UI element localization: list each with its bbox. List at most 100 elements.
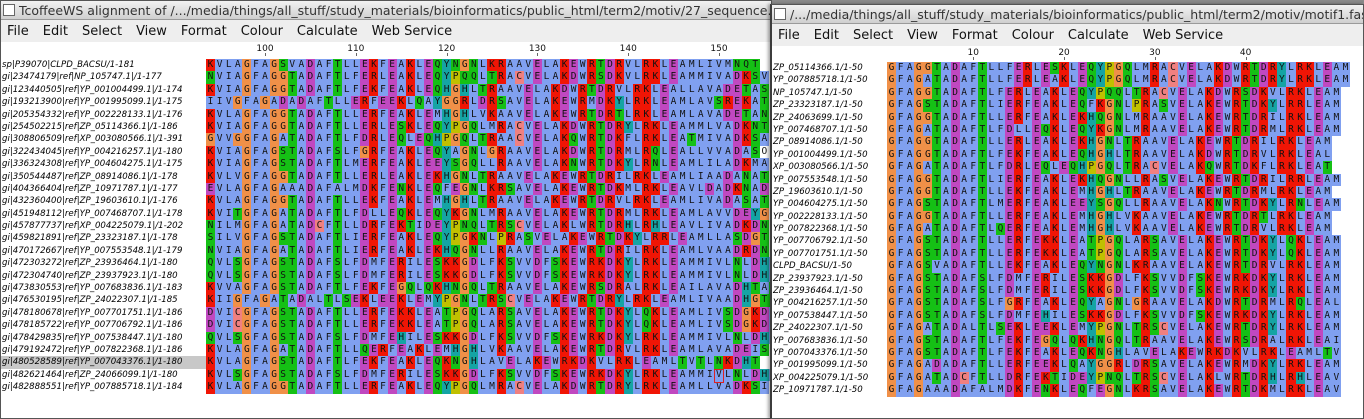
sequence-row[interactable]: GFAGSVADAFTLLEKFEAKLEQYNGNLKRAAVELAKEWRT… bbox=[887, 260, 1362, 273]
sequence-row[interactable]: QVLSGFAGSTADAFSLFDMFERILESKKGDLFKSVVDFSK… bbox=[206, 257, 771, 270]
sequence-row[interactable]: GFAGSTADAFSLFGRFEAKLEQYAGNLGRAAVELAKDWRT… bbox=[887, 297, 1362, 310]
sequence-row[interactable]: DVICGFAGSTADAFTLLERFEKKLEATPGQLARSAVELAK… bbox=[206, 319, 771, 332]
sequence-row[interactable]: GFAGGTADAFTLFEKFEAKLEQHGHLTRAAVELAKDWRTD… bbox=[887, 148, 1362, 162]
sequence-row[interactable]: EVLAGFAGAAADAFALMDKFENKLEQFEGNLKRSAVELAK… bbox=[206, 182, 771, 196]
sequence-row[interactable]: KVLAGFAGSVADAFTLLEKFEAKLEQYNGNLKRAAVELAK… bbox=[206, 59, 771, 72]
sequence-id[interactable]: YP_001995099.1/1-50 bbox=[772, 359, 887, 371]
sequence-id-panel[interactable]: sp|P39070|CLPD_BACSU/1-181 gi|23474179|re… bbox=[1, 59, 206, 418]
sequence-row[interactable]: GFAGSTADAFTLFEKFEAKLEQKNGHLAVELAKEWRKDKV… bbox=[887, 346, 1362, 360]
sequence-row[interactable]: GVVGGFAGATADAFTLFDRLEQLEQHPGQLTRAACVELAK… bbox=[206, 133, 771, 146]
sequence-id[interactable]: gi|193213900|ref|YP_001995099.1|/1-175 bbox=[1, 96, 206, 108]
sequence-row[interactable]: GFAGGTADAFTLIERFEAKLEKHQGNLLRASVELAKEWRT… bbox=[887, 173, 1362, 186]
sequence-row[interactable]: GFAGATADCFTLLDRFEKTIDEYPNQLTRSCVELAKLWRT… bbox=[887, 371, 1362, 385]
sequence-row[interactable]: GFAGATADALTLSEKLEEKLEMYPGNLTRSCVELAKEWRT… bbox=[887, 322, 1362, 335]
menu-select[interactable]: Select bbox=[853, 28, 893, 43]
sequence-id[interactable]: gi|308806509|ref|XP_003080566.1|/1-391 bbox=[1, 133, 206, 145]
sequence-row[interactable]: KIIGFAGATADALTLSEKLEEKLEMYPGNLTRSCVELAKE… bbox=[206, 294, 771, 307]
sequence-row[interactable]: GFAGGTADAFTLLERLEAKLEKHGNLTRAAVELAKEWRTD… bbox=[887, 136, 1362, 149]
sequence-row[interactable]: IIVGFAGADADAFTLLERFEEKLQAYGGRLDRSAVELAKE… bbox=[206, 96, 771, 109]
menu-calculate[interactable]: Calculate bbox=[1068, 28, 1129, 43]
sequence-id[interactable]: gi|350544487|ref|ZP_08914086.1|/1-178 bbox=[1, 171, 206, 183]
sequence-row[interactable]: GFAGSTADAFTLLERFEKKLEATPGQLARSAVELAKEWRT… bbox=[887, 247, 1362, 261]
sequence-row[interactable]: GFAGATADAFTLLFERLEAKLEQYPGQLMRACVELAKDWR… bbox=[887, 74, 1362, 87]
sequence-row[interactable]: KVLVGFAGGTADAFTLLERLEAKLEKHGNLTRAAVELAKE… bbox=[206, 170, 771, 183]
sequence-row[interactable]: GFAGATADAFTLFDLLEQKLEQYKGNLMRAAVELAKEWRT… bbox=[887, 123, 1362, 137]
sequence-id[interactable]: XP_003080566.1/1-50 bbox=[772, 161, 887, 173]
sequence-row[interactable]: GFAGSTADAFTLMERFEAKLEEYSGQLLRAAVELAKNWRT… bbox=[887, 198, 1362, 211]
sequence-row[interactable]: GFAGAAADAFALMDKFENKLEQFEGNLKRSAVELAKEWRT… bbox=[887, 384, 1362, 397]
sequence-id[interactable]: NP_105747.1/1-50 bbox=[772, 87, 887, 99]
sequence-id[interactable]: ZP_05114366.1/1-50 bbox=[772, 62, 887, 74]
sequence-id[interactable]: gi|476530195|ref|ZP_24022307.1|/1-185 bbox=[1, 294, 206, 306]
menu-web-service[interactable]: Web Service bbox=[372, 24, 453, 39]
sequence-row[interactable]: GFAGATADAFTLFDRLEQLEQHPGQLTRACVELAKQWRTD… bbox=[887, 161, 1362, 174]
menu-select[interactable]: Select bbox=[82, 24, 122, 39]
title-bar[interactable]: /.../media/things/all_stuff/study_materi… bbox=[772, 5, 1363, 24]
sequence-row[interactable]: KVIAGFAGSTADAFTLMERFEAKLEEYSGQLLRAAVELAK… bbox=[206, 158, 771, 171]
column-ruler[interactable]: 100 110 120 130 140 150 bbox=[206, 44, 771, 56]
sequence-id[interactable]: gi|478180678|ref|YP_007701751.1|/1-186 bbox=[1, 307, 206, 319]
sequence-row[interactable]: GFAGSTADAFSLFDMFERILESKKGDLFKSVVDFSKEWRK… bbox=[887, 285, 1362, 298]
sequence-row[interactable]: KVLSGFAGSTADAFSLFDMFERILESKKGDLFKSVVDFSK… bbox=[206, 368, 771, 382]
sequence-id[interactable]: gi|432360400|ref|ZP_19603610.1|/1-176 bbox=[1, 195, 206, 207]
sequence-id[interactable]: gi|472303272|ref|ZP_23936464.1|/1-180 bbox=[1, 257, 206, 269]
sequence-row[interactable]: KVIAGFAGSTADAFSLFGRFEAKLEQYAGNLGRAAVELAK… bbox=[206, 145, 771, 159]
sequence-row[interactable]: GFAGSTADAFSLFDMFERILESKKGDLFKSVVDFSKEWRK… bbox=[887, 272, 1362, 286]
sequence-row[interactable]: GFAGSTADAFTLLERFEKKLEATPGQLARSAVELAKEWRT… bbox=[887, 235, 1362, 248]
sequence-row[interactable]: KVVAGFAGSTADAFTLFEKFEGQLQKHNGQLTRAAVELAK… bbox=[206, 282, 771, 295]
sequence-id[interactable]: gi|451948112|ref|YP_007468707.1|/1-178 bbox=[1, 208, 206, 220]
menu-edit[interactable]: Edit bbox=[814, 28, 839, 43]
sequence-id[interactable]: ZP_23323187.1/1-50 bbox=[772, 99, 887, 111]
sequence-row[interactable]: GFAGGTADAFTLLERFEAKLEKHQGNLMRAAVELAKEWRT… bbox=[887, 111, 1362, 124]
sequence-id-panel[interactable]: ZP_05114366.1/1-50 YP_007885718.1/1-50 NP_… bbox=[772, 62, 887, 418]
sequence-id[interactable]: YP_007885718.1/1-50 bbox=[772, 74, 887, 86]
sequence-id[interactable]: ZP_24063699.1/1-50 bbox=[772, 112, 887, 124]
sequence-row[interactable]: KVIAGFAGGTADAFTLFEKFEAKLEQHGHLTRAAVELAKD… bbox=[206, 83, 771, 97]
sequence-id[interactable]: gi|459821891|ref|ZP_23323187.1|/1-178 bbox=[1, 232, 206, 244]
menu-file[interactable]: File bbox=[7, 24, 29, 39]
sequence-row[interactable]: NVIAGFAGGTADAFTLFERLEAKLEQYPQQLTRACVELAK… bbox=[206, 71, 771, 84]
sequence-id[interactable]: gi|457877737|ref|XP_004225079.1|/1-202 bbox=[1, 220, 206, 232]
sequence-row[interactable]: GFAGSTADAFTLFEKFEGQLQKHNGQLTRAAVELAKEWRS… bbox=[887, 334, 1362, 347]
sequence-row[interactable]: GFAGADADAFTLLERFEEKLQAYGGRLDRSAVELAKEWRM… bbox=[887, 359, 1362, 372]
sequence-row[interactable]: QVLSGFAGSTADAFSLFDMFEHILESKKGDLFKSVVDFSK… bbox=[206, 331, 771, 344]
sequence-id[interactable]: YP_004604275.1/1-50 bbox=[772, 198, 887, 210]
sequence-row[interactable]: KVLAGFAGSTADAFTLFEKFEAKLEQKNGHLAVELAKEWR… bbox=[206, 356, 771, 369]
sequence-id[interactable]: gi|482888551|ref|YP_007885718.1|/1-184 bbox=[1, 381, 206, 393]
sequence-row[interactable]: NILMGFAGATADCFTLLDRFEKTIDEYPNQLTRSCVELAK… bbox=[206, 220, 771, 233]
menu-format[interactable]: Format bbox=[181, 24, 227, 39]
sequence-row[interactable]: SILVGFAGSTADAFTLIERFEAKLEQYPGKNLPRASVELA… bbox=[206, 232, 771, 245]
sequence-id[interactable]: XP_004225079.1/1-50 bbox=[772, 372, 887, 384]
sequence-id[interactable]: YP_007538447.1/1-50 bbox=[772, 310, 887, 322]
sequence-id[interactable]: gi|472304740|ref|ZP_23937923.1|/1-180 bbox=[1, 270, 206, 282]
menu-calculate[interactable]: Calculate bbox=[297, 24, 358, 39]
sequence-row[interactable]: NVIAGFAGATADAFTLIERFEAKLEKHQGNLLRAAVELAK… bbox=[206, 244, 771, 258]
sequence-row[interactable]: QVLSGFAGSTADAFSLFDMFERILESKKGDLFKSVVDFSK… bbox=[206, 269, 771, 283]
sequence-id[interactable]: YP_007701751.1/1-50 bbox=[772, 248, 887, 260]
sequence-id[interactable]: gi|478429835|ref|YP_007538447.1|/1-180 bbox=[1, 332, 206, 344]
sequence-id[interactable]: ZP_23936464.1/1-50 bbox=[772, 285, 887, 297]
sequence-row[interactable]: GFAGSTADAFTLIERFEAKLEQFKGNLPRASVELAKEWRT… bbox=[887, 99, 1362, 112]
sequence-id[interactable]: gi|123440505|ref|YP_001004499.1|/1-174 bbox=[1, 84, 206, 96]
sequence-id[interactable]: YP_007683836.1/1-50 bbox=[772, 335, 887, 347]
sequence-id[interactable]: gi|480528589|ref|YP_007043376.1|/1-180 bbox=[1, 356, 206, 369]
sequence-id[interactable]: YP_001004499.1/1-50 bbox=[772, 149, 887, 161]
sequence-row[interactable]: KVIAGFAGGTADAFTLLERLESKLEQYPGQLMRACVELAK… bbox=[206, 120, 771, 134]
sequence-id[interactable]: YP_004216257.1/1-50 bbox=[772, 297, 887, 309]
menu-view[interactable]: View bbox=[907, 28, 938, 43]
sequence-row[interactable]: DVICGFAGSTADAFTLLERFEKKLEATPGQLARSAVELAK… bbox=[206, 306, 771, 320]
sequence-id[interactable]: ZP_24022307.1/1-50 bbox=[772, 322, 887, 334]
sequence-id[interactable]: YP_007468707.1/1-50 bbox=[772, 124, 887, 136]
sequence-id[interactable]: gi|336324308|ref|YP_004604275.1|/1-175 bbox=[1, 158, 206, 170]
menu-colour[interactable]: Colour bbox=[1012, 28, 1054, 43]
title-bar[interactable]: TcoffeeWS alignment of /.../media/things… bbox=[1, 1, 771, 20]
sequence-row[interactable]: GFAGSTADAFSLFDMFEHILESKKGDLFKSVVDFSKEWRK… bbox=[887, 309, 1362, 323]
menu-colour[interactable]: Colour bbox=[241, 24, 283, 39]
sequence-id[interactable]: gi|254502215|ref|ZP_05114366.1|/1-186 bbox=[1, 121, 206, 133]
sequence-id[interactable]: ZP_19603610.1/1-50 bbox=[772, 186, 887, 198]
sequence-row[interactable]: GFAGGTADAFTLFERLEAKLEQYPQQLTRACVELAKDWRS… bbox=[887, 86, 1362, 100]
sequence-id[interactable]: ZP_10971787.1/1-50 bbox=[772, 384, 887, 396]
menu-web-service[interactable]: Web Service bbox=[1143, 28, 1224, 43]
sequence-id[interactable]: CLPD_BACSU/1-50 bbox=[772, 260, 887, 272]
sequence-row[interactable]: GFAGGTADAFTLLERFEAKLEMHGHLVKAAVELAKEWRTD… bbox=[887, 210, 1362, 224]
